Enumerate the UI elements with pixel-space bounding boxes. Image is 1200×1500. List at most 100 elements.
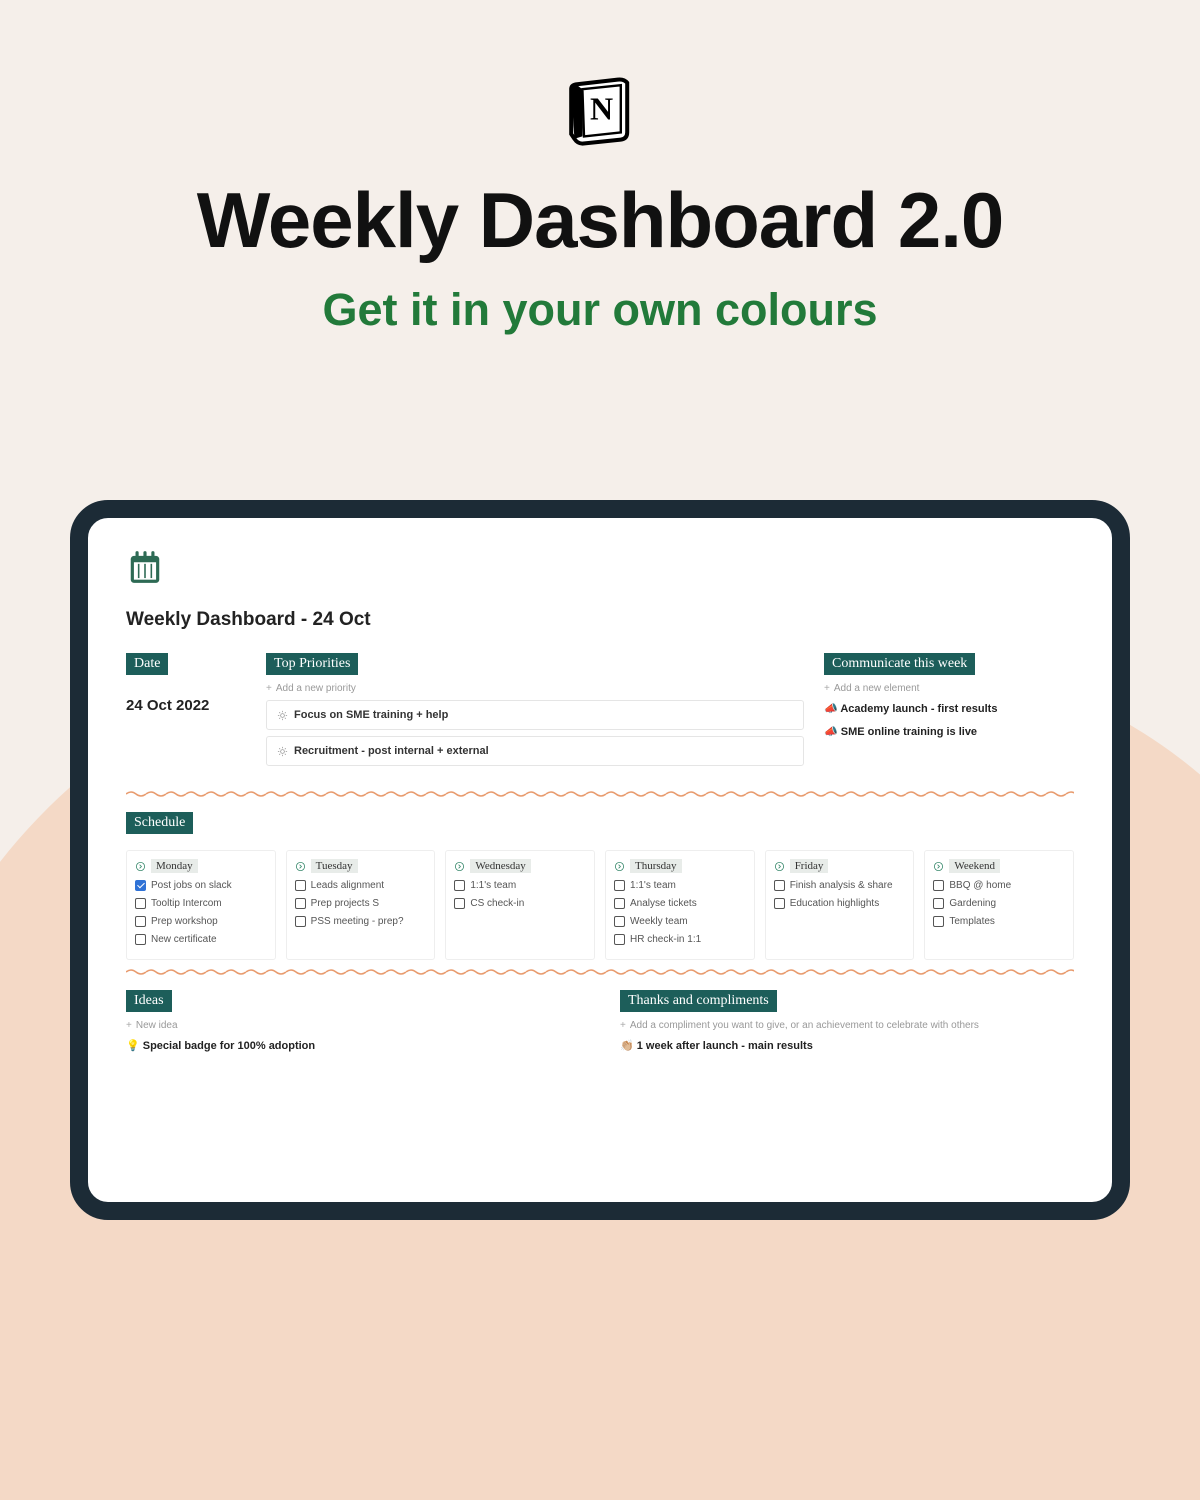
checkbox[interactable] bbox=[135, 916, 146, 927]
arrow-right-circle-icon bbox=[454, 861, 465, 872]
priority-item[interactable]: Focus on SME training + help bbox=[266, 700, 804, 730]
checkbox[interactable] bbox=[933, 880, 944, 891]
day-name: Weekend bbox=[949, 859, 1000, 873]
checkbox[interactable] bbox=[135, 934, 146, 945]
task-item[interactable]: BBQ @ home bbox=[933, 879, 1065, 892]
checkbox[interactable] bbox=[135, 880, 146, 891]
arrow-right-circle-icon bbox=[774, 861, 785, 872]
add-priority-button[interactable]: Add a new priority bbox=[266, 683, 804, 694]
day-name: Wednesday bbox=[470, 859, 530, 873]
thanks-item[interactable]: 👏🏼 1 week after launch - main results bbox=[620, 1039, 1074, 1052]
ideas-label: Ideas bbox=[126, 990, 172, 1012]
add-idea-button[interactable]: New idea bbox=[126, 1020, 580, 1031]
task-item[interactable]: 1:1's team bbox=[614, 879, 746, 892]
communicate-item[interactable]: 📣 Academy launch - first results bbox=[824, 702, 1074, 715]
task-item[interactable]: Leads alignment bbox=[295, 879, 427, 892]
checkbox[interactable] bbox=[933, 898, 944, 909]
checkbox[interactable] bbox=[614, 898, 625, 909]
day-header[interactable]: Monday bbox=[135, 859, 267, 873]
day-header[interactable]: Tuesday bbox=[295, 859, 427, 873]
day-column: Tuesday Leads alignment Prep projects S PSS… bbox=[286, 850, 436, 960]
task-text: Tooltip Intercom bbox=[151, 897, 222, 910]
hero-subtitle: Get it in your own colours bbox=[0, 284, 1200, 336]
task-text: Finish analysis & share bbox=[790, 879, 893, 892]
day-header[interactable]: Weekend bbox=[933, 859, 1065, 873]
hero-title: Weekly Dashboard 2.0 bbox=[0, 175, 1200, 266]
task-text: Templates bbox=[949, 915, 995, 928]
calendar-icon bbox=[126, 548, 1074, 591]
task-item[interactable]: Post jobs on slack bbox=[135, 879, 267, 892]
priorities-label: Top Priorities bbox=[266, 653, 358, 675]
task-text: PSS meeting - prep? bbox=[311, 915, 404, 928]
day-name: Monday bbox=[151, 859, 198, 873]
day-column: Monday Post jobs on slack Tooltip Intercom… bbox=[126, 850, 276, 960]
add-communicate-button[interactable]: Add a new element bbox=[824, 683, 1074, 694]
checkbox[interactable] bbox=[295, 916, 306, 927]
task-text: Analyse tickets bbox=[630, 897, 697, 910]
checkbox[interactable] bbox=[614, 880, 625, 891]
checkbox[interactable] bbox=[614, 916, 625, 927]
day-name: Tuesday bbox=[311, 859, 358, 873]
notion-logo-icon: N bbox=[560, 70, 640, 150]
add-thanks-button[interactable]: Add a compliment you want to give, or an… bbox=[620, 1020, 1074, 1031]
checkbox[interactable] bbox=[454, 880, 465, 891]
task-text: 1:1's team bbox=[470, 879, 516, 892]
task-item[interactable]: 1:1's team bbox=[454, 879, 586, 892]
task-text: Leads alignment bbox=[311, 879, 384, 892]
day-header[interactable]: Wednesday bbox=[454, 859, 586, 873]
date-value: 24 Oct 2022 bbox=[126, 697, 246, 714]
communicate-item[interactable]: 📣 SME online training is live bbox=[824, 725, 1074, 738]
checkbox[interactable] bbox=[454, 898, 465, 909]
task-item[interactable]: Gardening bbox=[933, 897, 1065, 910]
task-item[interactable]: HR check-in 1:1 bbox=[614, 933, 746, 946]
arrow-right-circle-icon bbox=[933, 861, 944, 872]
date-label: Date bbox=[126, 653, 168, 675]
checkbox[interactable] bbox=[295, 880, 306, 891]
task-text: Prep projects S bbox=[311, 897, 379, 910]
day-column: Friday Finish analysis & share Education h… bbox=[765, 850, 915, 960]
arrow-right-circle-icon bbox=[295, 861, 306, 872]
priority-item[interactable]: Recruitment - post internal + external bbox=[266, 736, 804, 766]
task-text: CS check-in bbox=[470, 897, 524, 910]
day-column: Wednesday 1:1's team CS check-in bbox=[445, 850, 595, 960]
task-text: Prep workshop bbox=[151, 915, 218, 928]
task-item[interactable]: Prep projects S bbox=[295, 897, 427, 910]
task-item[interactable]: Templates bbox=[933, 915, 1065, 928]
task-item[interactable]: Finish analysis & share bbox=[774, 879, 906, 892]
thanks-section: Thanks and compliments Add a compliment … bbox=[620, 990, 1074, 1052]
day-name: Thursday bbox=[630, 859, 682, 873]
task-text: BBQ @ home bbox=[949, 879, 1011, 892]
task-item[interactable]: Education highlights bbox=[774, 897, 906, 910]
task-item[interactable]: Prep workshop bbox=[135, 915, 267, 928]
checkbox[interactable] bbox=[774, 898, 785, 909]
task-item[interactable]: PSS meeting - prep? bbox=[295, 915, 427, 928]
task-text: 1:1's team bbox=[630, 879, 676, 892]
task-item[interactable]: Analyse tickets bbox=[614, 897, 746, 910]
divider bbox=[126, 790, 1074, 798]
communicate-label: Communicate this week bbox=[824, 653, 975, 675]
task-text: Weekly team bbox=[630, 915, 688, 928]
schedule-grid: Monday Post jobs on slack Tooltip Intercom… bbox=[126, 850, 1074, 960]
task-text: Post jobs on slack bbox=[151, 879, 232, 892]
day-header[interactable]: Friday bbox=[774, 859, 906, 873]
ideas-section: Ideas New idea 💡 Special badge for 100% … bbox=[126, 990, 580, 1052]
task-text: Education highlights bbox=[790, 897, 880, 910]
arrow-right-circle-icon bbox=[135, 861, 146, 872]
day-name: Friday bbox=[790, 859, 829, 873]
checkbox[interactable] bbox=[774, 880, 785, 891]
checkbox[interactable] bbox=[135, 898, 146, 909]
task-item[interactable]: CS check-in bbox=[454, 897, 586, 910]
task-item[interactable]: Weekly team bbox=[614, 915, 746, 928]
checkbox[interactable] bbox=[614, 934, 625, 945]
idea-item[interactable]: 💡 Special badge for 100% adoption bbox=[126, 1039, 580, 1052]
checkbox[interactable] bbox=[933, 916, 944, 927]
svg-text:N: N bbox=[590, 91, 613, 127]
task-item[interactable]: New certificate bbox=[135, 933, 267, 946]
communicate-section: Communicate this week Add a new element … bbox=[824, 653, 1074, 772]
task-item[interactable]: Tooltip Intercom bbox=[135, 897, 267, 910]
task-text: New certificate bbox=[151, 933, 217, 946]
checkbox[interactable] bbox=[295, 898, 306, 909]
hero: N Weekly Dashboard 2.0 Get it in your ow… bbox=[0, 0, 1200, 336]
task-text: Gardening bbox=[949, 897, 996, 910]
day-header[interactable]: Thursday bbox=[614, 859, 746, 873]
